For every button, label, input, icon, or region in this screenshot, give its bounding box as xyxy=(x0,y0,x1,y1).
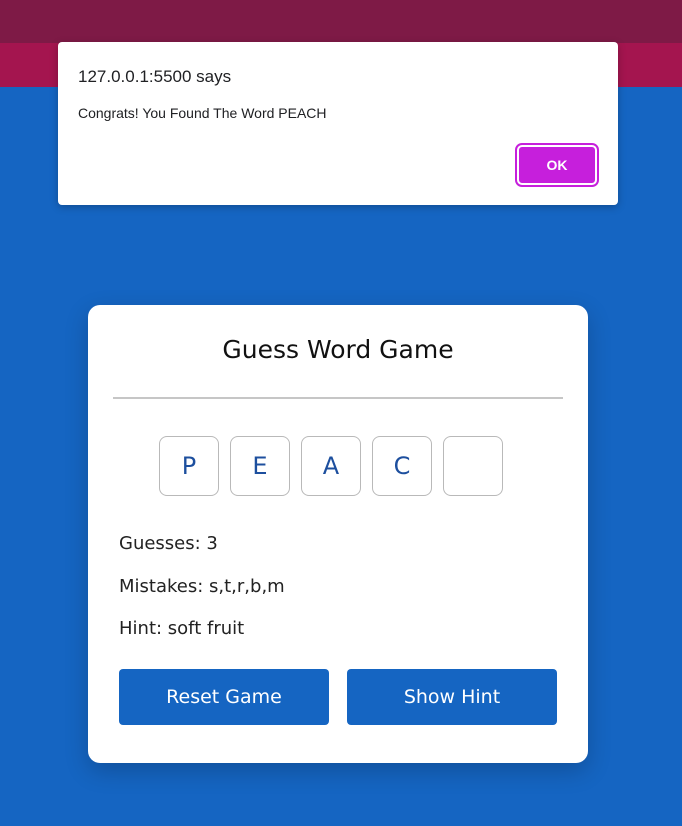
hint-text: Hint: soft fruit xyxy=(119,618,245,639)
letter-box: C xyxy=(372,436,432,496)
game-title: Guess Word Game xyxy=(222,335,454,364)
reset-game-button[interactable]: Reset Game xyxy=(119,669,329,725)
browser-top-bar xyxy=(0,0,682,43)
alert-ok-button[interactable]: OK xyxy=(515,143,599,187)
game-card: Guess Word Game P E A C Guesses: 3 Mista… xyxy=(88,305,588,763)
alert-message: Congrats! You Found The Word PEACH xyxy=(78,105,327,121)
show-hint-button[interactable]: Show Hint xyxy=(347,669,557,725)
alert-title: 127.0.0.1:5500 says xyxy=(78,67,232,86)
letter-box: P xyxy=(159,436,219,496)
letter-box: E xyxy=(230,436,290,496)
letter-box: A xyxy=(301,436,361,496)
letter-boxes: P E A C xyxy=(159,436,503,496)
divider xyxy=(113,397,563,399)
alert-dialog: 127.0.0.1:5500 says Congrats! You Found … xyxy=(58,42,618,205)
mistakes-list: Mistakes: s,t,r,b,m xyxy=(119,576,285,597)
letter-box xyxy=(443,436,503,496)
guesses-count: Guesses: 3 xyxy=(119,533,218,554)
